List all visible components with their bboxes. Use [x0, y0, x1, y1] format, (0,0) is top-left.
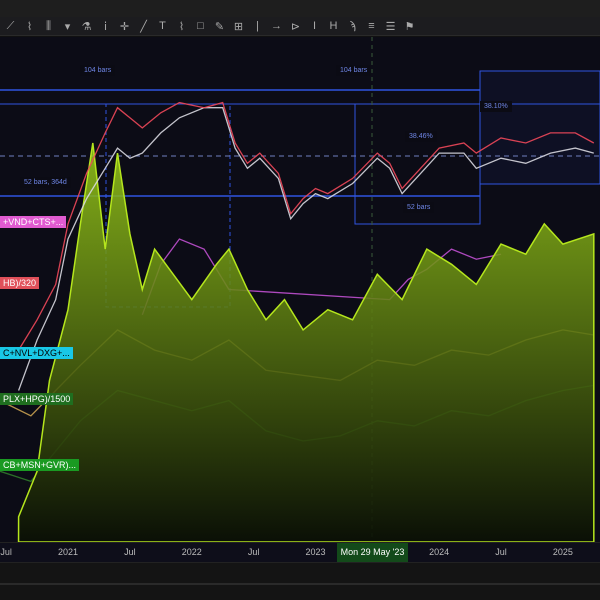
- trendline-icon[interactable]: ╱: [137, 20, 150, 33]
- price-range-box: [479, 70, 600, 185]
- divider: [0, 583, 600, 585]
- vertical-line-icon[interactable]: |: [251, 20, 264, 32]
- candles-icon[interactable]: ⫼: [42, 20, 55, 33]
- dropdown-icon[interactable]: ▾: [61, 20, 74, 33]
- list-icon[interactable]: ☰: [384, 20, 397, 33]
- date-range-icon[interactable]: I: [308, 20, 321, 32]
- bar-chart-icon[interactable]: ⌇: [23, 20, 36, 33]
- bottom-panel: [0, 562, 600, 600]
- x-tick-label: 2021: [58, 547, 79, 557]
- x-tick-label: 2022: [181, 547, 202, 557]
- layers-icon[interactable]: ≡: [365, 20, 378, 32]
- series-area-lime: [17, 142, 595, 542]
- percent-label: 38.10%: [480, 101, 512, 112]
- fib-icon[interactable]: ϡ: [346, 20, 359, 32]
- series-label[interactable]: CB+MSN+GVR)...: [0, 459, 80, 471]
- time-axis[interactable]: Mon 29 May '23 Jul 2021 Jul 2022 Jul 2023 2024…: [0, 542, 600, 562]
- series-label[interactable]: PLX+HPG)/1500: [0, 393, 74, 405]
- series-label[interactable]: C+NVL+DXG+...: [0, 347, 73, 359]
- crosshair-icon[interactable]: ✛: [118, 20, 131, 33]
- measure-label: 52 bars, 364d: [20, 177, 71, 188]
- rectangle-icon[interactable]: □: [194, 20, 207, 32]
- price-range-icon[interactable]: H: [327, 20, 340, 32]
- x-tick-label: 2024: [429, 547, 450, 557]
- replay-icon[interactable]: ⊳: [289, 20, 302, 33]
- title-bar: [0, 0, 600, 17]
- drawing-toolbar: ⟋ ⌇ ⫼ ▾ ⚗ ⅰ ✛ ╱ T ⌇ □ ✎ ⊞ | → ⊳ I Hϡ ≡ ☰ ⚑: [0, 17, 600, 36]
- horizontal-line-icon[interactable]: →: [270, 20, 283, 32]
- price-chart[interactable]: 104 bars 104 bars 52 bars, 364d 52 bars …: [0, 37, 600, 542]
- text-icon[interactable]: T: [156, 20, 169, 32]
- x-tick-label: Jul: [124, 547, 136, 557]
- series-label[interactable]: HB)/320: [0, 277, 40, 289]
- x-tick-label: 2023: [305, 547, 326, 557]
- indicators-icon[interactable]: ⚗: [80, 20, 93, 33]
- brush-icon[interactable]: ✎: [213, 20, 226, 33]
- path-icon[interactable]: ⌇: [175, 20, 188, 33]
- flag-icon[interactable]: ⚑: [403, 20, 416, 33]
- chart-plot: [0, 37, 600, 542]
- series-label[interactable]: +VND+CTS+...: [0, 216, 67, 228]
- percent-label: 38.46%: [405, 131, 437, 142]
- line-chart-icon[interactable]: ⟋: [4, 20, 17, 33]
- crosshair-date-label: Mon 29 May '23: [337, 543, 408, 562]
- measure-label: 52 bars: [403, 202, 435, 213]
- x-tick-label: Jul: [0, 547, 12, 557]
- compare-icon[interactable]: ⅰ: [99, 20, 112, 33]
- x-tick-label: 2025: [552, 547, 573, 557]
- x-tick-label: Jul: [247, 547, 260, 557]
- measure-label: 104 bars: [80, 65, 116, 76]
- measure-label: 104 bars: [336, 65, 372, 76]
- grid-icon[interactable]: ⊞: [232, 20, 245, 33]
- x-tick-label: Jul: [495, 547, 507, 557]
